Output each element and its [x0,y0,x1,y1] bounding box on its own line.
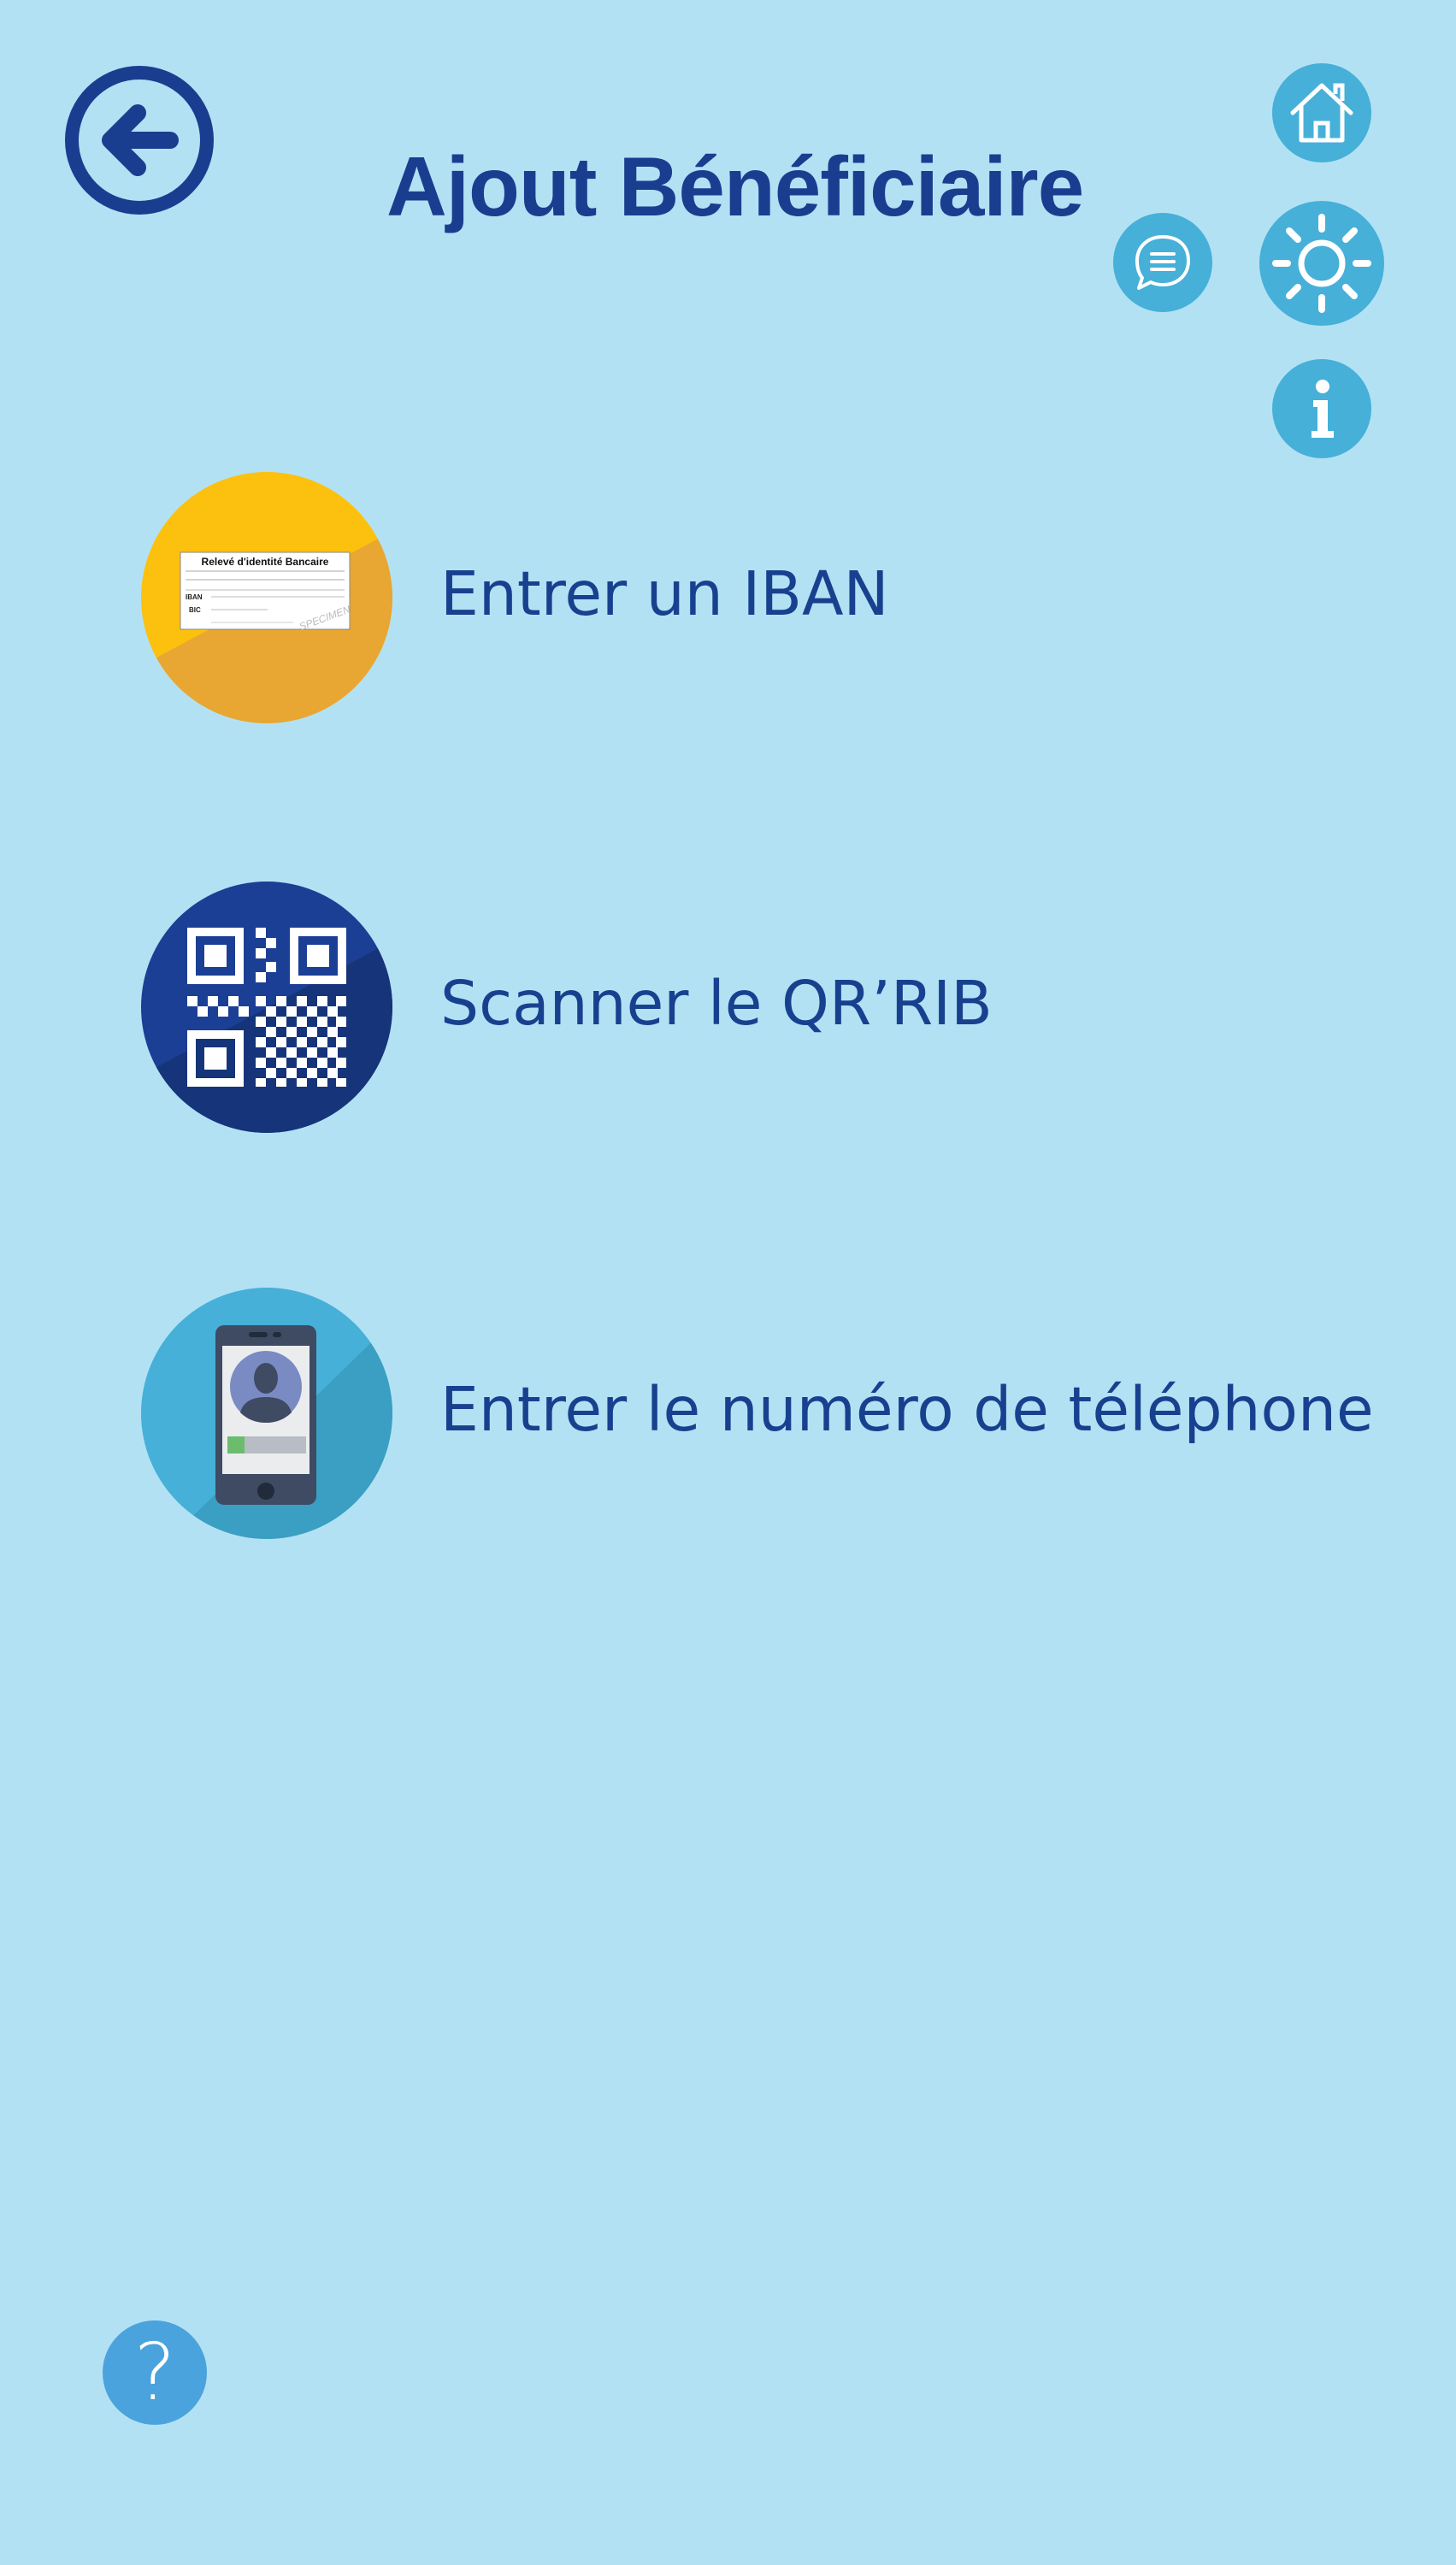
qr-code-icon [141,882,392,1133]
chat-button[interactable] [1113,213,1212,312]
home-icon [1290,83,1353,143]
sun-icon [1272,214,1371,313]
option-enter-iban[interactable]: Relevé d'identité Bancaire IBAN BIC SPEC… [139,470,1336,727]
info-button[interactable] [1272,359,1371,458]
option-enter-phone-number[interactable]: Entrer le numéro de téléphone [139,1286,1374,1542]
option-label: Entrer un IBAN [440,558,889,629]
chat-bubble-icon [1135,235,1190,290]
arrow-left-circle-icon [65,66,214,215]
rib-bic-label: BIC [189,606,201,614]
page-title: Ajout Bénéficiaire [386,139,1084,233]
info-icon [1312,380,1334,438]
rib-iban-label: IBAN [186,593,203,601]
bank-document-icon: Relevé d'identité Bancaire IBAN BIC SPEC… [141,472,392,723]
question-icon: ? [133,2326,176,2418]
home-button[interactable] [1272,63,1371,162]
rib-card-title: Relevé d'identité Bancaire [202,556,329,568]
phone-contact-icon [141,1288,392,1539]
back-button[interactable] [62,63,216,217]
theme-toggle-button[interactable] [1259,201,1384,326]
option-label: Scanner le QR’RIB [440,968,993,1039]
option-label: Entrer le numéro de téléphone [440,1374,1374,1445]
option-scan-qr-rib[interactable]: Scanner le QR’RIB [139,880,1336,1136]
help-button[interactable]: ? [103,2320,207,2425]
